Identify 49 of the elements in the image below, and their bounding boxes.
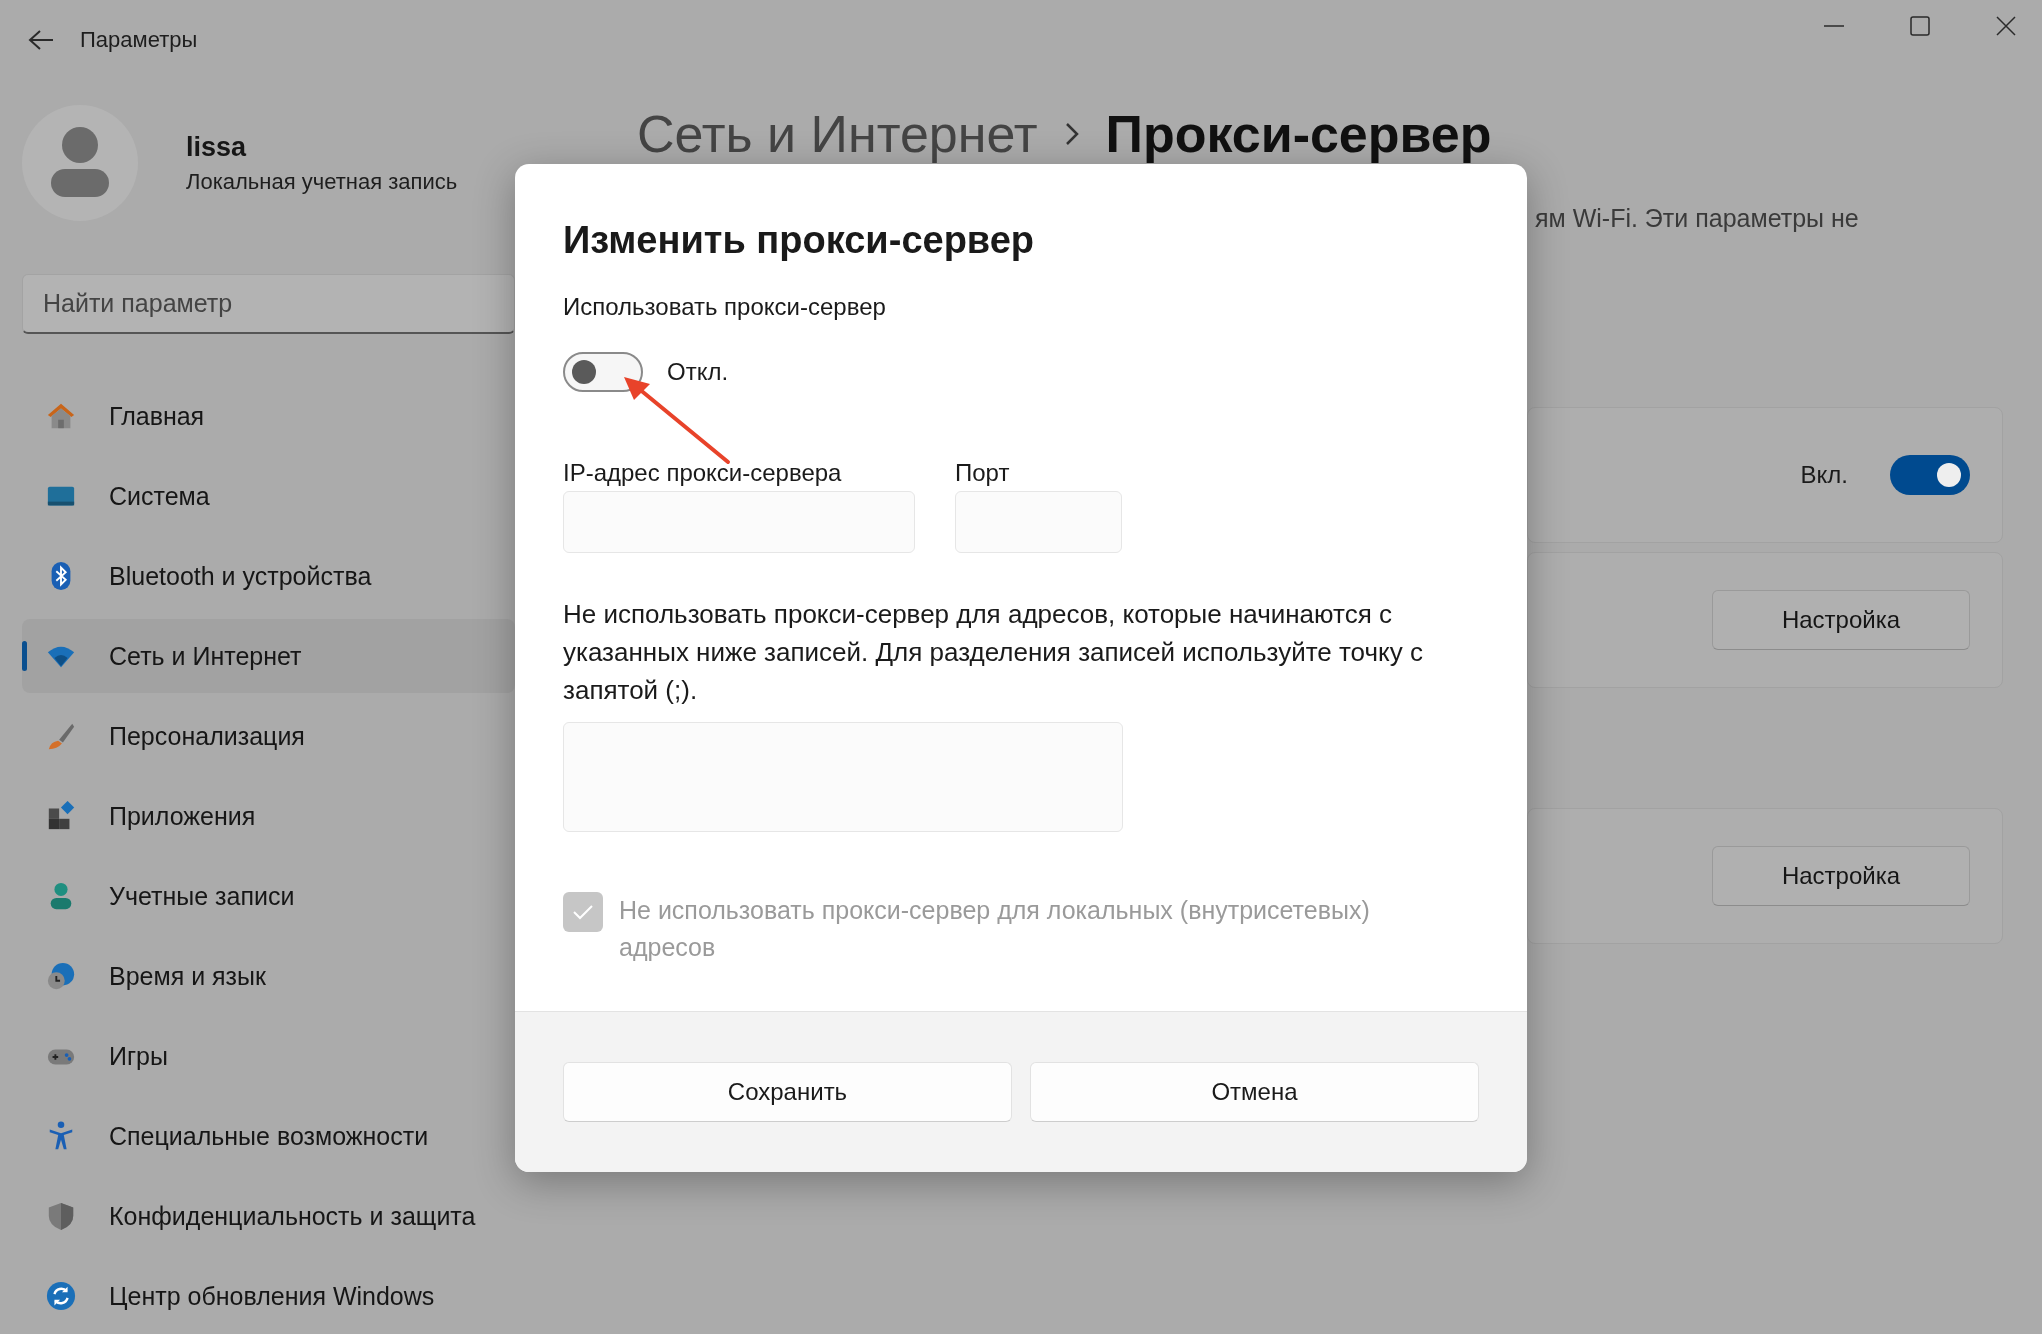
setup-button[interactable]: Настройка [1712, 590, 1970, 650]
nav-item[interactable]: Система [22, 459, 515, 533]
nav-item[interactable]: Конфиденциальность и защита [22, 1179, 515, 1253]
field-label: Порт [955, 458, 1011, 488]
nav-item[interactable]: Учетные записи [22, 859, 515, 933]
account-type: Локальная учетная запись [186, 168, 458, 195]
nav-item[interactable]: Специальные возможности [22, 1099, 515, 1173]
exceptions-field[interactable] [563, 722, 1123, 832]
breadcrumb-link[interactable]: Сеть и Интернет [637, 104, 1038, 164]
port-field[interactable] [955, 491, 1122, 553]
nav-item[interactable]: Игры [22, 1019, 515, 1093]
nav-item[interactable]: Главная [22, 379, 515, 453]
toggle-state-label: Откл. [667, 358, 729, 386]
dialog-button[interactable]: Сохранить [563, 1062, 1012, 1122]
toggle-label: Использовать прокси-сервер [563, 292, 887, 322]
dialog-button[interactable]: Отмена [1030, 1062, 1479, 1122]
sync-icon [46, 1281, 76, 1311]
apps-icon [46, 801, 76, 831]
setup-button[interactable]: Настройка [1712, 846, 1970, 906]
checkbox-label: Не использовать прокси-сервер для локальных (внутрисетевых) адресов [619, 895, 1371, 963]
search-field[interactable]: Найти параметр [22, 274, 515, 334]
nav-item[interactable]: Bluetooth и устройства [22, 539, 515, 613]
toggle-state-label: Вкл. [1800, 461, 1848, 489]
chevron-icon [1063, 121, 1080, 147]
maximize-icon [1908, 14, 1932, 38]
minimize-icon [1824, 25, 1844, 27]
toggle-switch[interactable] [1890, 455, 1970, 495]
nav-item[interactable]: Приложения [22, 779, 515, 853]
ip-address-field[interactable] [563, 491, 915, 553]
page-title: Прокси-сервер [1105, 104, 1492, 164]
home-icon [46, 401, 76, 431]
nav-item[interactable]: Персонализация [22, 699, 515, 773]
exceptions-description: Не использовать прокси-сервер для адресов, которые начинаются с указанных ниже записей. Для разделения записей используйте точку с запятой (;). [563, 598, 1424, 707]
nav-item[interactable]: Центр обновления Windows [22, 1259, 515, 1333]
description-text: ям Wi-Fi. Эти параметры не [1534, 204, 1860, 233]
toggle-switch[interactable] [563, 352, 643, 392]
dialog-title: Изменить прокси-сервер [563, 218, 1036, 263]
shield-icon [46, 1201, 76, 1231]
selection-indicator [22, 641, 27, 671]
back-arrow-icon [28, 29, 54, 51]
globe-clock-icon [46, 961, 76, 991]
checkmark-icon [572, 903, 594, 921]
nav-item[interactable]: Сеть и Интернет [22, 619, 515, 693]
brush-icon [46, 721, 76, 751]
field-label: IP-адрес прокси-сервера [563, 458, 843, 488]
window-title: Параметры [80, 27, 199, 53]
close-icon [1994, 14, 2018, 38]
user-name: lissa [186, 131, 248, 163]
nav-item[interactable]: Время и язык [22, 939, 515, 1013]
